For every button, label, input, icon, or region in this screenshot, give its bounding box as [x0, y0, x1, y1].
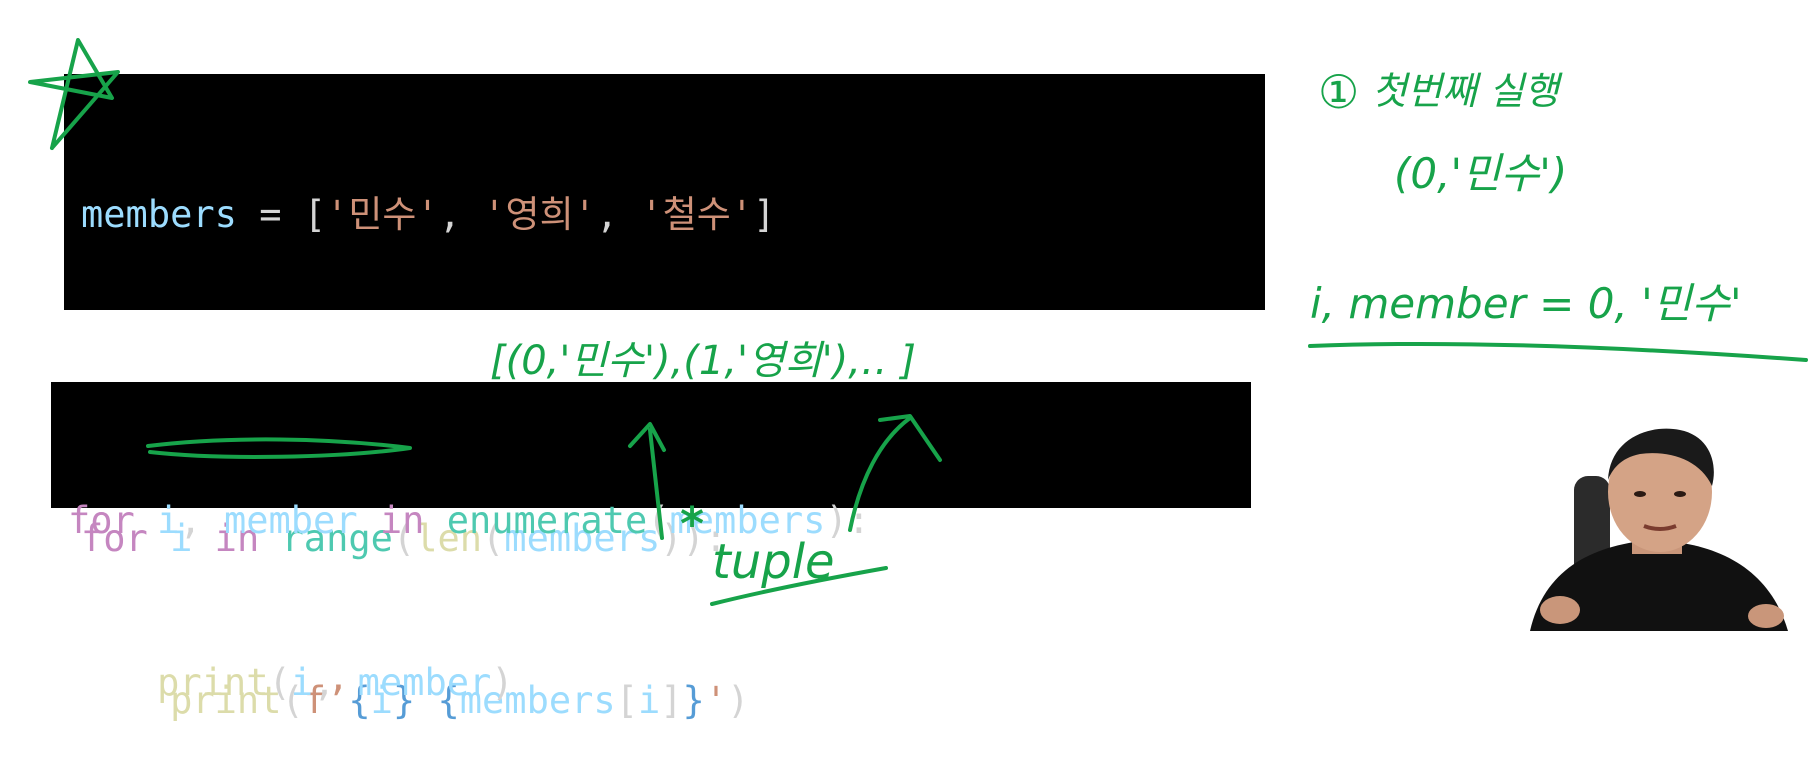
code-token-members: members	[669, 499, 826, 542]
code-token-paren-close: )	[491, 661, 514, 704]
step-divider	[1308, 341, 1808, 362]
annotation-step-assign: i, member = 0, '민수'	[1310, 279, 1742, 328]
code-token-comma-2: ,	[595, 193, 641, 236]
annotation-step-title: 첫번째 실행	[1372, 69, 1563, 113]
code-token-string-3: '철수'	[640, 193, 754, 236]
code-token-paren-close: )	[825, 499, 848, 542]
annotation-step-number: ①	[1318, 65, 1359, 119]
code-token-i: i	[157, 499, 180, 542]
code-token-in: in	[379, 499, 425, 542]
code-token-comma: ,	[313, 661, 358, 704]
presenter-image	[1520, 420, 1810, 631]
code-token-indent	[68, 661, 157, 704]
code-token-paren: (	[647, 499, 670, 542]
code-token-member: member	[223, 499, 358, 542]
code-token-i: i	[290, 661, 314, 704]
code-block-enumerate-loop: for i, member in enumerate(members): pri…	[51, 382, 1251, 704]
code-token-close-bracket: ]	[753, 193, 776, 236]
code-line-members-assign: members = ['민수', '영희', '철수']	[81, 188, 1265, 242]
code-token-for: for	[68, 499, 135, 542]
webcam-presenter	[1520, 420, 1810, 631]
code-token-enumerate: enumerate	[446, 499, 648, 542]
code-token-equals: =	[236, 193, 304, 236]
code-token-open-bracket: [	[303, 193, 327, 236]
code-token-colon: :	[847, 499, 870, 542]
code-token-print: print	[157, 661, 269, 704]
code-token-paren: (	[268, 661, 291, 704]
code-token-comma: ,	[179, 499, 224, 542]
code-line-print-member: print(i, member)	[68, 656, 1251, 710]
code-token-string-2: '영희'	[483, 193, 596, 236]
code-block-range-loop: members = ['민수', '영희', '철수'] for i in ra…	[64, 74, 1265, 722]
annotation-step-tuple: (0,'민수')	[1394, 149, 1567, 198]
code-token-members: members	[81, 193, 237, 236]
code-token-string-1: '민수'	[326, 193, 439, 236]
code-token-comma-1: ,	[438, 193, 484, 236]
code-line-for-enumerate: for i, member in enumerate(members):	[68, 494, 1251, 548]
code-token-member: member	[357, 661, 492, 704]
